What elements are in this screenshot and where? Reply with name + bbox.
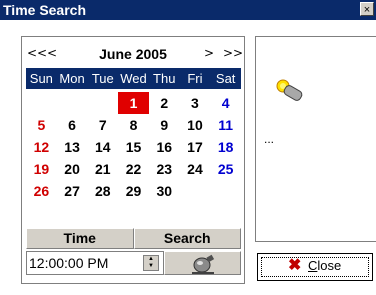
calendar-day[interactable]: 16: [149, 136, 180, 158]
calendar-week-row: 19 20 21 22 23 24 25: [26, 158, 241, 180]
calendar-day[interactable]: 21: [87, 158, 118, 180]
weekday-label: Wed: [120, 71, 147, 86]
calendar-day[interactable]: 7: [87, 114, 118, 136]
calendar-empty-cell: [57, 92, 88, 114]
calendar-day[interactable]: 28: [87, 180, 118, 202]
calendar-empty-cell: [26, 92, 57, 114]
calendar-day[interactable]: 6: [57, 114, 88, 136]
time-value[interactable]: 12:00:00 PM: [29, 255, 108, 271]
next-month-button[interactable]: >: [204, 46, 214, 60]
calendar-day[interactable]: 25: [210, 158, 241, 180]
weekday-label: Fri: [187, 71, 203, 86]
magnifier-icon: [276, 79, 303, 101]
calendar-day[interactable]: 4: [210, 92, 241, 114]
next-year-button[interactable]: >>: [223, 46, 243, 60]
result-text: ...: [264, 132, 275, 146]
weekday-header: Sun Mon Tue Wed Thu Fri Sat: [26, 68, 241, 89]
calendar-day[interactable]: 19: [26, 158, 57, 180]
calendar-empty-cell: [87, 92, 118, 114]
calendar-day[interactable]: 12: [26, 136, 57, 158]
search-icon: [192, 254, 215, 274]
weekday-label: Sun: [29, 71, 53, 86]
calendar-day[interactable]: 14: [87, 136, 118, 158]
calendar-panel: << < June 2005 > >> Sun Mon Tue Wed Thu …: [21, 36, 245, 284]
title-bar: Time Search ×: [0, 0, 376, 20]
time-input[interactable]: 12:00:00 PM ▲ ▼: [26, 251, 164, 275]
result-panel: ...: [255, 36, 376, 242]
calendar-day[interactable]: 23: [149, 158, 180, 180]
calendar-day[interactable]: 11: [210, 114, 241, 136]
calendar-day[interactable]: 27: [57, 180, 88, 202]
calendar-day[interactable]: 24: [180, 158, 211, 180]
calendar-week-row: 1234: [26, 92, 241, 114]
calendar-day[interactable]: 8: [118, 114, 149, 136]
time-label: Time: [26, 228, 134, 249]
calendar-day[interactable]: 10: [180, 114, 211, 136]
calendar-empty-cell: [180, 180, 211, 202]
calendar-day[interactable]: 13: [57, 136, 88, 158]
calendar-day[interactable]: 17: [180, 136, 211, 158]
time-spinner[interactable]: ▲ ▼: [143, 255, 159, 271]
calendar-day[interactable]: 3: [180, 92, 211, 114]
calendar-day[interactable]: 1: [118, 92, 149, 114]
close-button-label: Close: [308, 258, 342, 273]
search-label: Search: [133, 228, 241, 249]
calendar-day[interactable]: 2: [149, 92, 180, 114]
calendar-day[interactable]: 26: [26, 180, 57, 202]
weekday-label: Tue: [91, 71, 114, 86]
calendar-week-row: 26 27 28 29 30: [26, 180, 241, 202]
window-title: Time Search: [3, 2, 87, 18]
close-button[interactable]: ✖ Close: [257, 253, 373, 281]
window-close-button[interactable]: ×: [360, 2, 374, 16]
calendar-day[interactable]: 29: [118, 180, 149, 202]
search-button[interactable]: [164, 251, 241, 275]
calendar-day[interactable]: 15: [118, 136, 149, 158]
spin-down-icon[interactable]: ▼: [144, 263, 158, 270]
weekday-label: Mon: [59, 71, 85, 86]
calendar-day[interactable]: 22: [118, 158, 149, 180]
calendar-day[interactable]: 20: [57, 158, 88, 180]
calendar-nav: << < June 2005 > >>: [27, 46, 243, 64]
calendar-week-row: 5 6 7 8 9 10 11: [26, 114, 241, 136]
calendar-empty-cell: [210, 180, 241, 202]
calendar-day[interactable]: 30: [149, 180, 180, 202]
calendar-day[interactable]: 5: [26, 114, 57, 136]
time-search-labels: Time Search: [26, 228, 241, 249]
calendar-week-row: 12 13 14 15 16 17 18: [26, 136, 241, 158]
calendar-grid: 1 2 3 4 5 6 7 8 9 10 11 12 13 14 15 16 17 18 19 20 21 22 23 24 2…: [26, 92, 241, 202]
weekday-label: Sat: [215, 71, 236, 86]
calendar-day[interactable]: 18: [210, 136, 241, 158]
close-icon: ✖: [288, 257, 302, 274]
spin-up-icon[interactable]: ▲: [144, 256, 158, 263]
calendar-day[interactable]: 9: [149, 114, 180, 136]
weekday-label: Thu: [153, 71, 176, 86]
